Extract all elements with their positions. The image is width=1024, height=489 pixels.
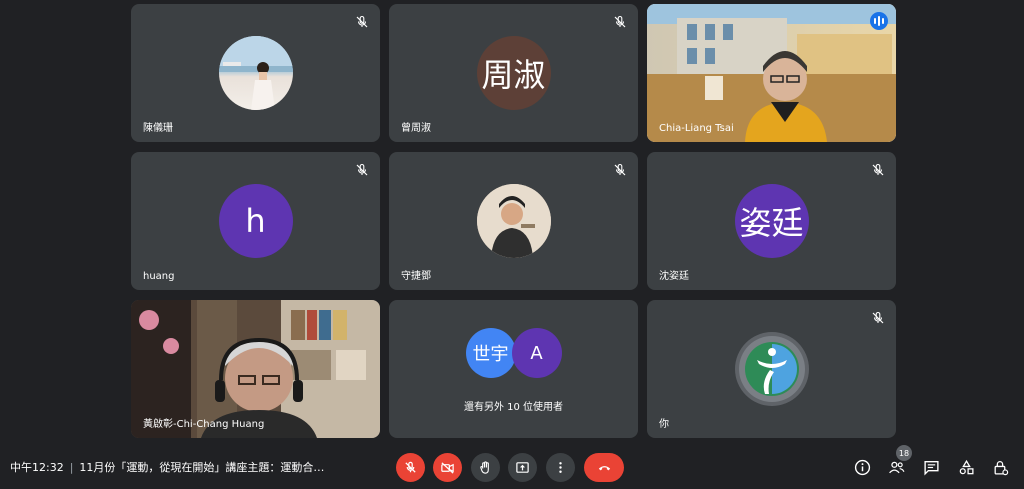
more-participants-label: 還有另外 10 位使用者 xyxy=(463,402,564,413)
participant-tile[interactable]: 黃啟彰-Chi-Chang Huang xyxy=(131,300,380,438)
info-icon xyxy=(854,459,870,475)
chat-button[interactable] xyxy=(921,457,941,477)
raise-hand-button[interactable] xyxy=(471,453,500,482)
hang-up-icon xyxy=(598,466,610,471)
avatar-initials: h xyxy=(245,202,266,240)
avatar-initials: 姿廷 xyxy=(739,204,804,242)
present-screen-button[interactable] xyxy=(508,453,537,482)
participant-tile[interactable]: 陳儀珊 xyxy=(131,4,380,142)
video-feed xyxy=(647,4,896,142)
organization-logo xyxy=(738,336,805,402)
participant-name: 陳儀珊 xyxy=(143,123,173,134)
mic-off-icon xyxy=(612,162,628,178)
separator: | xyxy=(69,461,74,474)
meeting-time: 中午12:32 xyxy=(10,461,64,474)
participant-name: 你 xyxy=(659,419,669,430)
avatar xyxy=(734,332,809,406)
participant-tile[interactable]: 周淑 曾周淑 xyxy=(389,4,638,142)
avatar-initials: 周淑 xyxy=(481,56,546,94)
mic-off-icon xyxy=(870,162,886,178)
people-icon xyxy=(888,461,904,473)
participant-tile[interactable]: 守捷鄧 xyxy=(389,152,638,290)
meeting-details-button[interactable] xyxy=(852,457,872,477)
avatar: A xyxy=(511,328,562,378)
activities-icon xyxy=(959,459,974,474)
participant-name: 曾周淑 xyxy=(401,123,431,134)
toggle-camera-button[interactable] xyxy=(433,453,462,482)
camera-off-icon xyxy=(441,462,454,474)
participant-tile[interactable]: 姿廷 沈姿廷 xyxy=(647,152,896,290)
activities-button[interactable] xyxy=(956,457,976,477)
more-options-icon xyxy=(559,462,562,473)
participant-name: 守捷鄧 xyxy=(401,271,431,282)
toggle-mic-button[interactable] xyxy=(396,453,425,482)
avatar: h xyxy=(218,184,293,258)
chat-icon xyxy=(923,460,939,476)
avatar: 周淑 xyxy=(476,36,551,110)
meeting-controls-bar: 中午12:32 | 11月份「運動，從現在開始」講座主題：運動合… 18 xyxy=(0,445,1024,489)
mic-off-icon xyxy=(354,14,370,30)
avatar: 世宇 xyxy=(465,328,516,378)
mic-off-icon xyxy=(612,14,628,30)
participant-name: huang xyxy=(143,271,175,282)
participant-group-tile[interactable]: 世宇 A 還有另外 10 位使用者 xyxy=(389,300,638,438)
avatar xyxy=(218,36,293,110)
participant-count-badge: 18 xyxy=(896,445,912,461)
participant-name: 沈姿廷 xyxy=(659,271,689,282)
participant-name: Chia-Liang Tsai xyxy=(659,123,734,134)
participant-tile-speaking[interactable]: Chia-Liang Tsai xyxy=(647,4,896,142)
present-screen-icon xyxy=(516,462,529,473)
host-controls-icon xyxy=(994,460,1008,475)
participant-name: 黃啟彰-Chi-Chang Huang xyxy=(143,419,265,430)
mic-off-icon xyxy=(354,162,370,178)
more-options-button[interactable] xyxy=(546,453,575,482)
host-controls-button[interactable] xyxy=(990,457,1010,477)
mic-off-icon xyxy=(870,310,886,326)
speaking-indicator-icon xyxy=(870,12,888,30)
participant-tile[interactable]: h huang xyxy=(131,152,380,290)
leave-call-button[interactable] xyxy=(584,453,624,482)
avatar xyxy=(476,184,551,258)
raise-hand-icon xyxy=(480,461,489,474)
group-avatars: 世宇 A xyxy=(465,328,562,380)
self-tile[interactable]: 你 xyxy=(647,300,896,438)
mic-off-icon xyxy=(405,461,416,473)
avatar: 姿廷 xyxy=(734,184,809,258)
meeting-info: 中午12:32 | 11月份「運動，從現在開始」講座主題：運動合… xyxy=(10,459,324,475)
meeting-title[interactable]: 11月份「運動，從現在開始」講座主題：運動合… xyxy=(79,461,324,474)
